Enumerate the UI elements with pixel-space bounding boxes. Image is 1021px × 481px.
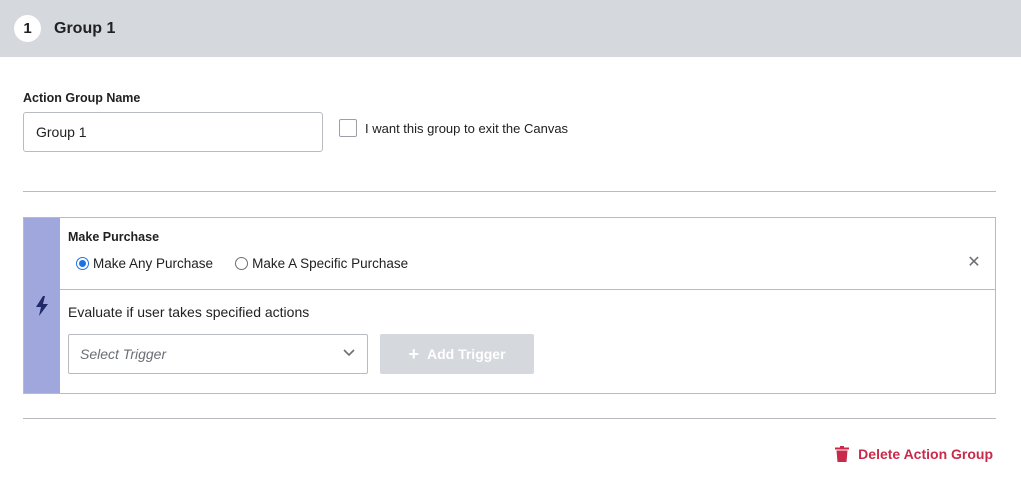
action-group-name-input[interactable] [23, 112, 323, 152]
radio-any-purchase[interactable] [76, 257, 89, 270]
exit-canvas-checkbox[interactable] [339, 119, 357, 137]
delete-action-group-label: Delete Action Group [858, 446, 993, 462]
radio-specific-purchase-label: Make A Specific Purchase [252, 256, 409, 271]
footer-divider [23, 418, 996, 419]
group-title: Group 1 [54, 19, 116, 37]
group-header: 1 Group 1 [0, 0, 1021, 57]
add-trigger-button[interactable]: + Add Trigger [380, 334, 534, 374]
card-divider [60, 289, 995, 290]
exit-canvas-label[interactable]: I want this group to exit the Canvas [365, 121, 568, 136]
section-divider [23, 191, 996, 192]
trash-icon [835, 446, 850, 462]
action-strip [24, 218, 60, 393]
select-trigger-placeholder: Select Trigger [80, 346, 167, 362]
make-purchase-title: Make Purchase [68, 230, 160, 244]
radio-specific-purchase[interactable] [235, 257, 249, 270]
action-group-name-label: Action Group Name [23, 91, 141, 105]
radio-option-any-purchase[interactable]: Make Any Purchase [76, 256, 213, 271]
radio-any-purchase-label: Make Any Purchase [93, 256, 214, 271]
close-icon[interactable]: ✕ [967, 255, 981, 271]
select-trigger-dropdown[interactable]: Select Trigger [68, 334, 368, 374]
step-number-badge: 1 [14, 15, 41, 42]
plus-icon: + [408, 344, 419, 364]
chevron-down-icon [343, 349, 355, 357]
evaluate-text: Evaluate if user takes specified actions [68, 304, 310, 320]
purchase-options: Make Any Purchase Make A Specific Purcha… [76, 256, 430, 271]
radio-option-specific-purchase[interactable]: Make A Specific Purchase [235, 256, 408, 271]
add-trigger-label: Add Trigger [426, 346, 506, 362]
action-card: Make Purchase Make Any Purchase Make A S… [23, 217, 996, 394]
delete-action-group-button[interactable]: Delete Action Group [835, 446, 993, 462]
lightning-bolt-icon [36, 295, 48, 316]
